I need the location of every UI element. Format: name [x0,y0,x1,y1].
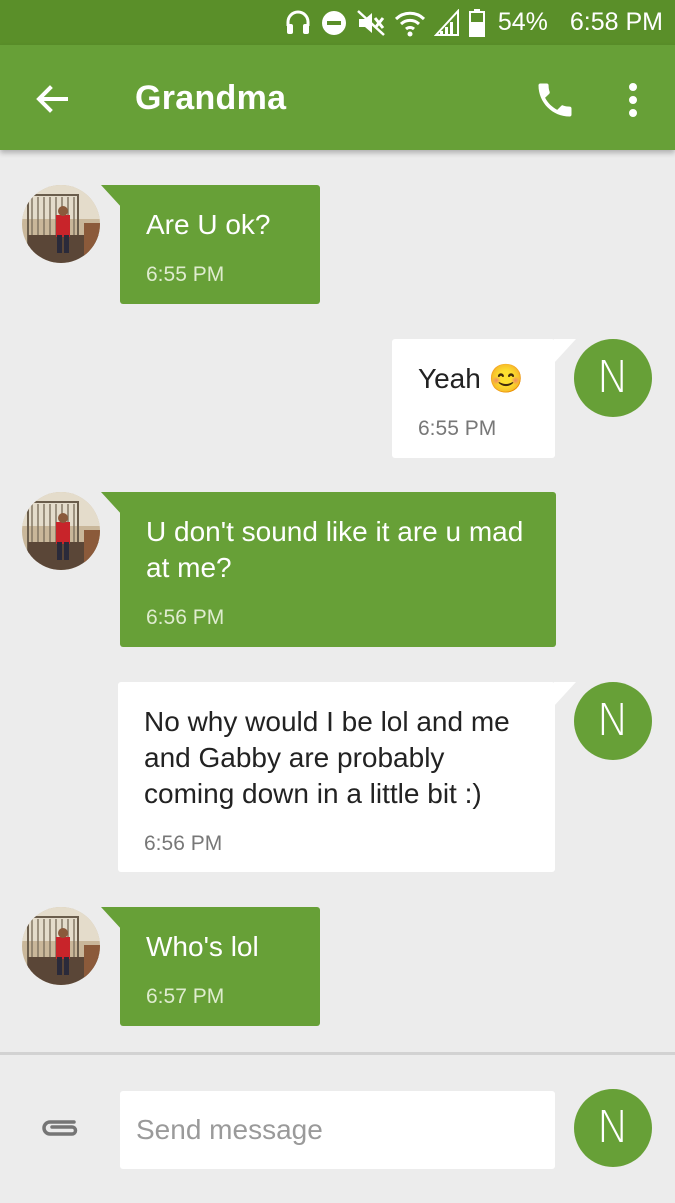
my-avatar[interactable]: N [574,682,652,760]
call-button[interactable] [533,78,577,122]
message-bubble-outgoing[interactable]: Yeah 😊 6:55 PM [392,339,555,458]
send-as-avatar[interactable]: N [574,1089,652,1167]
more-vert-icon [629,83,637,117]
message-bubble-incoming[interactable]: Are U ok? 6:55 PM [120,185,320,304]
message-bubble-incoming[interactable]: U don't sound like it are u mad at me? 6… [120,492,556,647]
message-text: Yeah 😊 [418,363,524,394]
status-time: 6:58 PM [569,8,663,36]
bubble-tail [554,682,576,706]
message-text: U don't sound like it are u mad at me? [146,516,524,583]
more-options-button[interactable] [618,78,648,122]
phone-icon [538,83,572,117]
contact-name: Grandma [135,79,287,117]
wifi-icon [394,9,426,37]
message-text: Who's lol [146,931,259,962]
message-text: No why would I be lol and me and Gabby a… [144,706,510,809]
message-time: 6:56 PM [146,606,225,629]
message-time: 6:56 PM [144,832,223,855]
signal-icon [433,8,460,37]
status-bar: 54% 6:58 PM [0,0,675,45]
paperclip-icon [42,1120,78,1136]
battery-icon [468,8,486,38]
back-button[interactable] [30,77,74,121]
attach-button[interactable] [36,1113,84,1143]
conversation-list[interactable]: Are U ok? 6:55 PM Yeah 😊 6:55 PM N U don… [0,150,675,1050]
contact-avatar[interactable] [22,907,100,985]
status-icons: 54% 6:58 PM [284,0,663,45]
message-bubble-outgoing[interactable]: No why would I be lol and me and Gabby a… [118,682,555,872]
message-time: 6:55 PM [146,263,225,286]
compose-bar: N [0,1052,675,1203]
contact-avatar[interactable] [22,492,100,570]
do-not-disturb-icon [320,9,348,37]
headset-icon [284,9,312,37]
message-bubble-incoming[interactable]: Who's lol 6:57 PM [120,907,320,1026]
muted-icon [356,9,386,37]
message-time: 6:57 PM [146,985,225,1008]
arrow-left-icon [36,85,68,113]
app-bar: Grandma [0,45,675,150]
battery-percent: 54% [497,8,548,36]
message-time: 6:55 PM [418,417,497,440]
message-input[interactable] [120,1091,555,1169]
bubble-tail [554,339,576,363]
message-text: Are U ok? [146,209,271,240]
my-avatar[interactable]: N [574,339,652,417]
contact-avatar[interactable] [22,185,100,263]
